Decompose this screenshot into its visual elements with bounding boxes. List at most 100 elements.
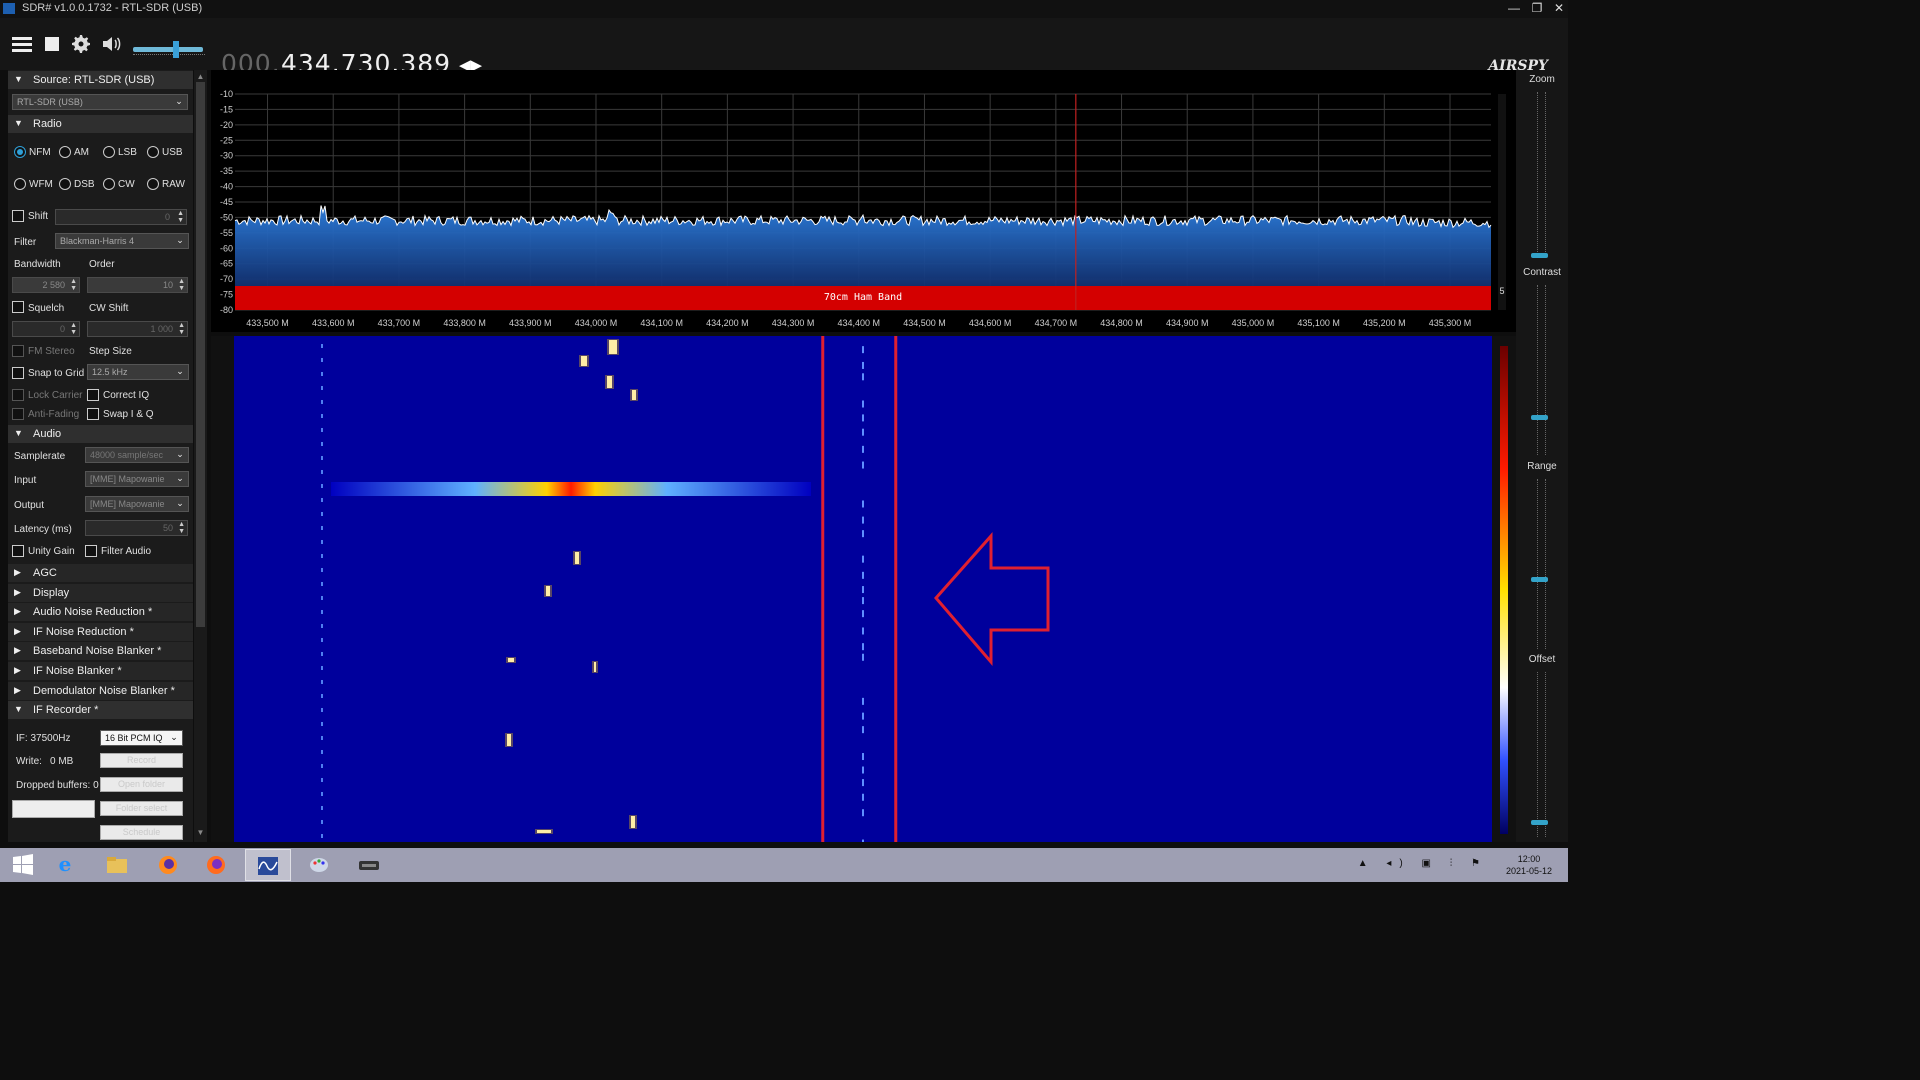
speaker-icon[interactable] [99,32,123,56]
filter-audio-checkbox[interactable] [85,545,97,557]
section-header-if-noise-blanker[interactable]: ▶ IF Noise Blanker * [8,662,193,680]
unity-gain-checkbox[interactable] [12,545,24,557]
schedule-button[interactable]: Schedule [100,825,183,840]
samplerate-select[interactable]: 48000 sample/sec ⌄ [85,447,189,463]
windows-start-icon[interactable] [0,849,46,881]
clock[interactable]: 12:00 2021-05-12 [1498,853,1560,877]
carrier-trace [862,597,864,605]
stop-icon[interactable] [40,32,64,56]
paint-icon[interactable] [296,849,342,881]
spinner-icon[interactable]: ▲ ▼ [178,278,185,292]
open-folder-button[interactable]: Open folder [100,777,183,792]
file-explorer-icon[interactable] [94,849,140,881]
firefox-icon[interactable] [145,849,191,881]
mode-radio-dsb[interactable] [59,178,71,190]
hamburger-menu-icon[interactable] [10,34,34,58]
range-slider[interactable] [1537,479,1546,649]
offset-slider[interactable] [1537,672,1546,837]
mode-radio-raw[interactable] [147,178,159,190]
source-device-select[interactable]: RTL-SDR (USB) ⌄ [12,94,188,110]
spinner-icon[interactable]: ▲ ▼ [177,210,184,224]
waterfall-plot[interactable] [211,316,1516,856]
if-recorder-section-header[interactable]: ▼ IF Recorder * [8,701,193,719]
spectrum-display[interactable]: -10 -15 -20 -25 -30 -35 -40 -45 -50 -55 -60 -65 -70 -… [211,70,1516,332]
audio-input-select[interactable]: [MME] Mapowanie ⌄ [85,471,189,487]
order-input[interactable]: 10 ▲ ▼ [87,277,188,293]
scroll-down-icon[interactable]: ▼ [196,828,205,837]
volume-slider[interactable] [133,47,203,52]
section-header-baseband-noise-blanker[interactable]: ▶ Baseband Noise Blanker * [8,642,193,661]
mode-radio-cw[interactable] [103,178,115,190]
carrier-trace [321,680,323,684]
tape-drive-icon[interactable] [346,849,392,881]
source-section-header[interactable]: ▼ Source: RTL-SDR (USB) [8,71,193,89]
sdrsharp-icon[interactable] [245,849,291,881]
carrier-trace [862,643,864,651]
squelch-checkbox[interactable] [12,301,24,313]
audio-section-header[interactable]: ▼ Audio [8,425,193,443]
gear-icon[interactable] [69,32,93,56]
mode-radio-wfm[interactable] [14,178,26,190]
section-header-display[interactable]: ▶ Display [8,583,193,602]
restore-button[interactable]: ❐ [1526,1,1548,17]
carrier-trace [321,414,323,418]
shift-input[interactable]: 0 ▲ ▼ [55,209,187,225]
close-button[interactable]: ✕ [1548,1,1570,17]
recorder-format-select[interactable]: 16 Bit PCM IQ ⌄ [100,730,183,746]
audio-output-select[interactable]: [MME] Mapowanie ⌄ [85,496,189,512]
freq-tick-label: 434,400 M [837,318,880,328]
filter-select[interactable]: Blackman-Harris 4 ⌄ [55,233,189,249]
spinner-icon[interactable]: ▲ ▼ [70,322,77,336]
signal-burst-glow [505,733,513,747]
snap-to-grid-checkbox[interactable] [12,367,24,379]
folder-select-button[interactable]: Folder select [100,801,183,816]
latency-input[interactable]: 50 ▲ ▼ [85,520,188,536]
swap-iq-checkbox[interactable] [87,408,99,420]
zoom-slider-thumb[interactable] [1531,253,1548,258]
fm-stereo-checkbox[interactable] [12,345,24,357]
internet-explorer-icon[interactable]: e [43,849,89,881]
system-tray-icons[interactable]: ▲ ◂) ▣ ⫶ ⚑ [1358,858,1488,869]
mode-radio-lsb[interactable] [103,146,115,158]
scroll-up-icon[interactable]: ▲ [196,72,205,81]
mode-radio-nfm[interactable] [14,146,26,158]
expand-triangle-icon: ▶ [14,684,21,695]
mode-radio-usb[interactable] [147,146,159,158]
section-header-label: Baseband Noise Blanker * [33,645,162,658]
section-header-audio-noise-reduction[interactable]: ▶ Audio Noise Reduction * [8,603,193,622]
section-header-demodulator-noise-blanker[interactable]: ▶ Demodulator Noise Blanker * [8,681,193,700]
signal-burst-glow [592,661,598,673]
range-slider-thumb[interactable] [1531,577,1548,582]
record-button[interactable]: Record [100,753,183,768]
step-size-select[interactable]: 12.5 kHz ⌄ [87,364,189,380]
carrier-trace [321,358,323,362]
spinner-icon[interactable]: ▲ ▼ [70,278,77,292]
panel-scrollbar[interactable]: ▲ ▼ [194,70,207,842]
section-header-agc[interactable]: ▶ AGC [8,564,193,582]
scrollbar-thumb[interactable] [196,82,205,627]
contrast-slider-thumb[interactable] [1531,415,1548,420]
minimize-button[interactable]: — [1503,1,1525,17]
shift-checkbox[interactable] [12,210,24,222]
offset-slider-thumb[interactable] [1531,820,1548,825]
zoom-slider[interactable] [1537,92,1546,252]
cw-shift-input[interactable]: 1 000 ▲ ▼ [87,321,188,337]
waterfall-display[interactable] [211,316,1516,856]
recorder-path-input[interactable] [12,800,95,818]
spectrum-plot[interactable]: -10 -15 -20 -25 -30 -35 -40 -45 -50 -55 -60 -65 -70 -… [211,70,1516,332]
mode-radio-am[interactable] [59,146,71,158]
spinner-icon[interactable]: ▲ ▼ [178,322,185,336]
spinner-icon[interactable]: ▲ ▼ [178,521,185,535]
squelch-input[interactable]: 0 ▲ ▼ [12,321,80,337]
lock-carrier-checkbox[interactable] [12,389,24,401]
volume-slider-thumb[interactable] [173,41,180,58]
section-header-if-noise-reduction[interactable]: ▶ IF Noise Reduction * [8,622,193,641]
anti-fading-checkbox[interactable] [12,408,24,420]
correct-iq-checkbox[interactable] [87,389,99,401]
bandwidth-input[interactable]: 2 580 ▲ ▼ [12,277,80,293]
if-frequency-label: IF: 37500Hz [16,733,71,744]
firefox-icon-2[interactable] [193,849,239,881]
radio-section-header[interactable]: ▼ Radio [8,115,193,133]
mode-label-nfm: NFM [29,147,51,158]
contrast-slider[interactable] [1537,285,1546,455]
